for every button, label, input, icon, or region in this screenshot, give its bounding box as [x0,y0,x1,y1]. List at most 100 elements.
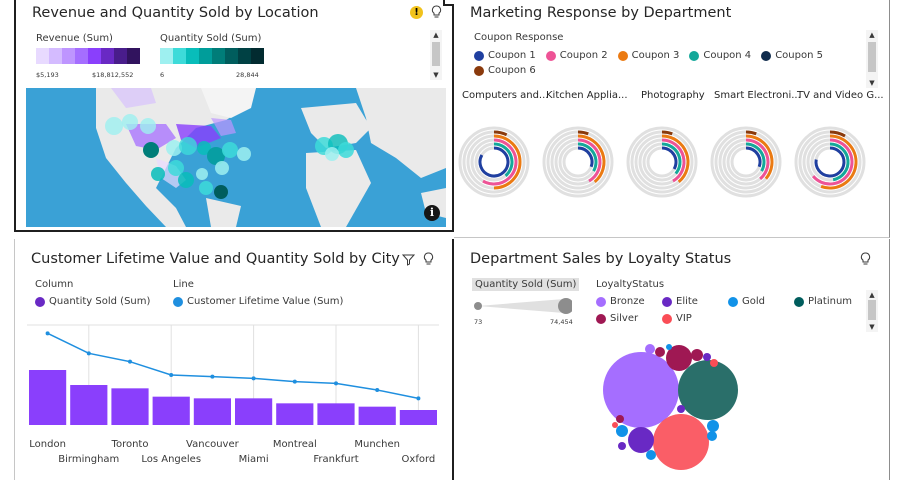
lightbulb-icon[interactable] [423,252,434,266]
department-sales-loyalty-panel[interactable]: Department Sales by Loyalty Status Quant… [454,239,890,480]
ramp-swatch [173,48,186,64]
scroll-down-icon[interactable]: ▼ [866,322,878,332]
scroll-down-icon[interactable]: ▼ [866,78,878,88]
size-legend-label: Quantity Sold (Sum) [472,278,580,291]
legend-label: Bronze [610,296,645,307]
info-icon[interactable]: i [424,205,440,221]
department-label: TV and Video G... [797,90,884,101]
city-label: London [29,439,66,450]
radial-chart[interactable] [458,126,530,198]
line-point[interactable] [45,331,50,336]
revenue-min: $5,193 [36,71,59,79]
legend-swatch [474,65,484,76]
coupon-legend-item[interactable]: Coupon 3 [617,50,679,61]
ramp-swatch [212,48,225,64]
scroll-up-icon[interactable]: ▲ [866,290,878,300]
bar-london[interactable] [29,370,67,425]
revenue-max: $18,812,552 [92,71,134,79]
line-point[interactable] [128,359,132,364]
bar-montreal[interactable] [276,403,314,425]
line-point[interactable] [334,381,338,386]
ramp-swatch [225,48,238,64]
legend-swatch [689,50,700,61]
bar-miami[interactable] [235,398,273,425]
line-legend-title: Line [173,279,194,290]
city-label: Oxford [401,454,436,465]
filter-icon[interactable] [402,253,415,266]
radial-bar-charts[interactable] [454,112,890,222]
line-point[interactable] [210,374,215,379]
department-label: Kitchen Applia... [546,90,628,101]
scroll-up-icon[interactable]: ▲ [866,30,878,40]
bar-birmingham[interactable] [70,385,108,425]
bar-frankfurt[interactable] [317,403,355,425]
world-map[interactable]: i [26,88,446,227]
bar-los-angeles[interactable] [152,396,190,425]
packed-bubble-chart[interactable] [454,339,890,479]
loyalty-legend-item[interactable]: VIP [662,313,714,324]
line-point[interactable] [375,388,380,392]
bar-oxford[interactable] [399,410,437,425]
loyalty-legend-item[interactable]: Elite [662,296,714,307]
line-point[interactable] [169,373,174,377]
radial-bar [745,146,762,168]
ramp-swatch [127,48,140,64]
scroll-down-icon[interactable]: ▼ [430,70,442,80]
scroll-up-icon[interactable]: ▲ [430,30,442,40]
legend-scrollbar[interactable]: ▲ ▼ [430,30,442,80]
loyalty-legend-item[interactable]: Silver [596,313,648,324]
coupon-legend-item[interactable]: Coupon 2 [545,50,608,61]
city-label: Birmingham [58,454,120,465]
line-legend-item[interactable]: Customer Lifetime Value (Sum) [173,296,343,307]
clv-quantity-city-panel[interactable]: Customer Lifetime Value and Quantity Sol… [14,239,454,480]
line-point[interactable] [86,351,91,356]
lightbulb-icon[interactable] [860,252,871,266]
city-label: Vancouver [186,439,239,450]
coupon-legend-item[interactable]: Coupon 1 [474,50,536,61]
revenue-quantity-map-panel[interactable]: Revenue and Quantity Sold by Location ! … [14,0,454,232]
coupon-legend-title: Coupon Response [474,32,564,43]
line-point[interactable] [251,376,256,381]
radial-chart[interactable] [542,126,614,198]
radial-chart[interactable] [626,126,698,198]
legend-swatch [596,296,606,307]
legend-scrollbar[interactable]: ▲ ▼ [866,290,878,332]
quantity-max: 28,844 [236,71,259,79]
legend-swatch [173,296,183,307]
legend-label: Coupon 1 [488,50,536,61]
panel-title: Revenue and Quantity Sold by Location [32,5,319,21]
coupon-legend-item[interactable]: Coupon 4 [689,50,751,61]
legend-label: Coupon 4 [703,50,752,61]
combo-chart[interactable] [23,321,443,431]
warning-icon[interactable]: ! [410,5,423,19]
department-label: Smart Electroni... [714,90,801,101]
line-point[interactable] [416,396,421,401]
panel-title: Customer Lifetime Value and Quantity Sol… [31,251,400,267]
coupon-legend-item[interactable]: Coupon 5 [761,50,823,61]
bar-vancouver[interactable] [193,398,231,425]
legend-label: Coupon 5 [775,50,823,61]
line-point[interactable] [292,379,297,384]
ramp-swatch [160,48,173,64]
bubble-gold [707,420,719,432]
bar-toronto[interactable] [111,388,149,425]
bar-munchen[interactable] [358,406,396,425]
legend-scrollbar[interactable]: ▲ ▼ [866,30,878,88]
loyalty-legend-item[interactable]: Bronze [596,296,648,307]
radial-chart[interactable] [710,126,782,198]
column-legend-item[interactable]: Quantity Sold (Sum) [35,296,150,307]
legend-label: Gold [742,296,765,307]
loyalty-legend-item[interactable]: Gold [728,296,780,307]
legend-label: Coupon 6 [488,65,536,76]
radial-bar [745,130,757,136]
lightbulb-icon[interactable] [431,5,442,19]
legend-swatch [474,50,484,61]
coupon-legend: Coupon 1 Coupon 2 Coupon 3 Coupon 4 Coupon 5… [474,50,854,76]
city-label: Frankfurt [313,454,359,465]
loyalty-legend-item[interactable]: Platinum [794,296,852,307]
legend-label: Customer Lifetime Value (Sum) [187,296,344,307]
marketing-response-panel[interactable]: Marketing Response by Department Coupon … [454,0,890,238]
radial-chart[interactable] [794,126,866,198]
dashboard: Revenue and Quantity Sold by Location ! … [0,0,900,480]
coupon-legend-item[interactable]: Coupon 6 [474,65,536,76]
